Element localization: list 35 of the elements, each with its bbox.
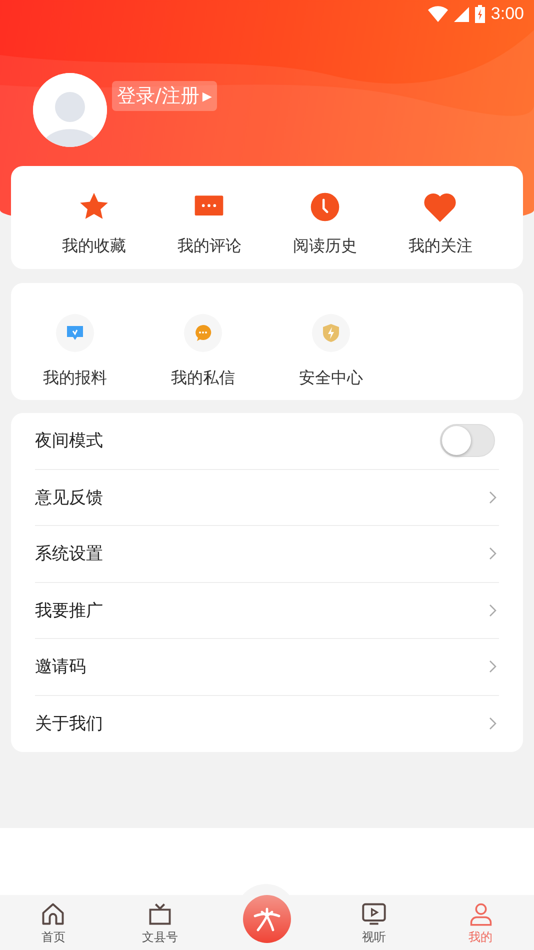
shortcut-item[interactable]: 我的关注 bbox=[382, 188, 498, 257]
home-icon bbox=[40, 901, 66, 927]
person-icon bbox=[468, 901, 494, 927]
tool-item[interactable]: 我的报料 bbox=[11, 314, 139, 389]
settings-item[interactable]: 关于我们 bbox=[35, 712, 103, 736]
chevron-right-icon bbox=[489, 660, 497, 674]
shield-badge-icon bbox=[312, 314, 350, 352]
signal-icon bbox=[454, 6, 469, 22]
settings-item[interactable]: 我要推广 bbox=[35, 598, 103, 622]
status-time: 3:00 bbox=[490, 4, 524, 24]
settings-item[interactable]: 夜间模式 bbox=[35, 429, 103, 452]
play-screen-icon bbox=[360, 901, 387, 927]
tab-item[interactable]: 文县号 bbox=[106, 895, 214, 950]
settings-item[interactable]: 系统设置 bbox=[35, 542, 103, 566]
report-badge-icon bbox=[56, 314, 94, 352]
shortcut-item[interactable]: 我的收藏 bbox=[36, 188, 152, 257]
battery-icon bbox=[474, 5, 485, 23]
tab-item[interactable]: 视听 bbox=[320, 895, 428, 950]
chevron-right-icon bbox=[489, 717, 497, 730]
chevron-right-icon bbox=[489, 547, 497, 560]
message-badge-icon bbox=[184, 314, 222, 352]
tool-item[interactable]: 我的私信 bbox=[139, 314, 267, 389]
settings-item[interactable]: 邀请码 bbox=[35, 655, 86, 678]
tab-item[interactable]: 首页 bbox=[0, 895, 107, 950]
shortcut-item[interactable]: 我的评论 bbox=[152, 188, 267, 257]
tool-item[interactable]: 安全中心 bbox=[267, 314, 395, 389]
app-logo-button[interactable] bbox=[242, 895, 291, 943]
night-mode-switch[interactable] bbox=[440, 424, 495, 458]
settings-item[interactable]: 意见反馈 bbox=[35, 486, 103, 509]
shortcut-item[interactable]: 阅读历史 bbox=[267, 188, 382, 257]
avatar-icon[interactable] bbox=[33, 73, 107, 147]
chevron-right-icon bbox=[489, 604, 497, 617]
chevron-right-icon bbox=[489, 490, 497, 504]
wifi-icon bbox=[428, 6, 448, 22]
tv-icon bbox=[147, 901, 174, 927]
